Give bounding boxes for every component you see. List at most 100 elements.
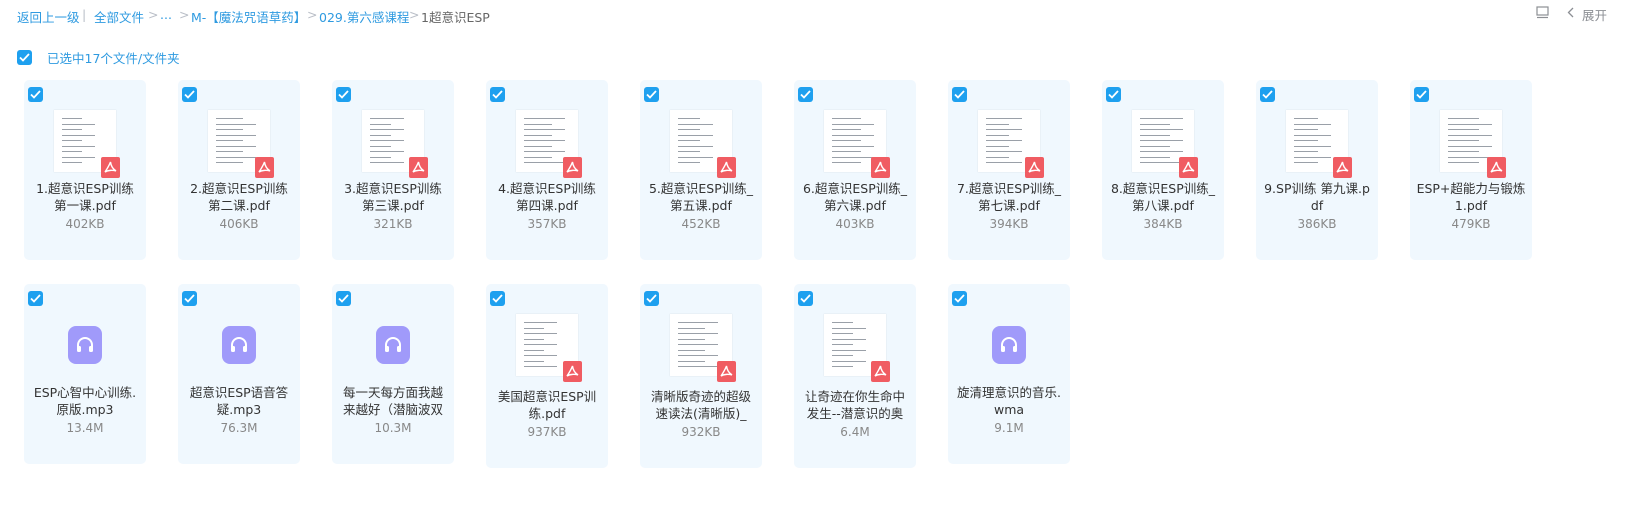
file-card[interactable]: 6.超意识ESP训练_第六课.pdf 403KB [794, 80, 916, 260]
breadcrumb-ellipsis[interactable]: ... [160, 7, 172, 22]
file-size: 937KB [527, 425, 567, 439]
file-name[interactable]: 9.SP训练 第九课.pdf [1262, 180, 1372, 214]
file-name[interactable]: 7.超意识ESP训练_第七课.pdf [954, 180, 1064, 214]
expand-button[interactable]: 展开 [1582, 5, 1607, 24]
file-name[interactable]: 每一天每方面我越来越好（潜脑波双 [338, 384, 448, 418]
file-card[interactable]: 每一天每方面我越来越好（潜脑波双 10.3M [332, 284, 454, 464]
file-size: 76.3M [220, 421, 258, 435]
file-card[interactable]: 9.SP训练 第九课.pdf 386KB [1256, 80, 1378, 260]
file-size: 9.1M [994, 421, 1024, 435]
file-name[interactable]: 4.超意识ESP训练第四课.pdf [492, 180, 602, 214]
file-card[interactable]: ESP心智中心训练.原版.mp3 13.4M [24, 284, 146, 464]
file-checkbox[interactable] [1414, 87, 1429, 102]
file-card[interactable]: 3.超意识ESP训练第三课.pdf 321KB [332, 80, 454, 260]
file-checkbox[interactable] [798, 291, 813, 306]
breadcrumb-folder2[interactable]: 029.第六感课程 [319, 7, 409, 26]
file-name[interactable]: 美国超意识ESP训练.pdf [492, 388, 602, 422]
file-checkbox[interactable] [28, 291, 43, 306]
file-size: 6.4M [840, 425, 870, 439]
breadcrumb-all-files[interactable]: 全部文件 [94, 7, 144, 26]
file-checkbox[interactable] [952, 87, 967, 102]
file-checkbox[interactable] [182, 291, 197, 306]
file-size: 321KB [373, 217, 413, 231]
file-card[interactable]: 美国超意识ESP训练.pdf 937KB [486, 284, 608, 468]
breadcrumb-current: 1超意识ESP [421, 10, 490, 25]
breadcrumb-divider: | [82, 7, 87, 22]
pdf-thumbnail [54, 110, 120, 178]
file-name[interactable]: 超意识ESP语音答疑.mp3 [184, 384, 294, 418]
file-size: 406KB [219, 217, 259, 231]
file-size: 402KB [65, 217, 105, 231]
file-card[interactable]: ESP+超能力与锻炼1.pdf 479KB [1410, 80, 1532, 260]
headphones-icon [68, 326, 102, 364]
file-checkbox[interactable] [952, 291, 967, 306]
pdf-icon [563, 157, 582, 178]
pdf-icon [717, 157, 736, 178]
file-card[interactable]: 1.超意识ESP训练第一课.pdf 402KB [24, 80, 146, 260]
file-checkbox[interactable] [182, 87, 197, 102]
pdf-icon [1179, 157, 1198, 178]
back-link[interactable]: 返回上一级 [17, 7, 80, 26]
file-name[interactable]: ESP心智中心训练.原版.mp3 [30, 384, 140, 418]
file-card[interactable]: 2.超意识ESP训练第二课.pdf 406KB [178, 80, 300, 260]
file-name[interactable]: 5.超意识ESP训练_第五课.pdf [646, 180, 756, 214]
file-checkbox[interactable] [336, 291, 351, 306]
pdf-icon [101, 157, 120, 178]
file-checkbox[interactable] [798, 87, 813, 102]
select-all-checkbox[interactable] [17, 50, 32, 65]
file-card[interactable]: 4.超意识ESP训练第四课.pdf 357KB [486, 80, 608, 260]
breadcrumb-folder1[interactable]: M-【魔法咒语草药】 [191, 7, 306, 26]
selection-bar: 已选中17个文件/文件夹 [17, 48, 180, 67]
file-card[interactable]: 旋清理意识的音乐.wma 9.1M [948, 284, 1070, 464]
file-checkbox[interactable] [28, 87, 43, 102]
file-name[interactable]: 3.超意识ESP训练第三课.pdf [338, 180, 448, 214]
file-card[interactable]: 清晰版奇迹的超级速读法(清晰版)_ 932KB [640, 284, 762, 468]
pdf-icon [563, 361, 582, 382]
pdf-thumbnail [978, 110, 1044, 178]
file-name[interactable]: 清晰版奇迹的超级速读法(清晰版)_ [646, 388, 756, 422]
file-size: 384KB [1143, 217, 1183, 231]
pdf-thumbnail [824, 110, 890, 178]
file-card[interactable]: 5.超意识ESP训练_第五课.pdf 452KB [640, 80, 762, 260]
pdf-icon [1487, 157, 1506, 178]
file-card[interactable]: 8.超意识ESP训练_第八课.pdf 384KB [1102, 80, 1224, 260]
file-card[interactable]: 超意识ESP语音答疑.mp3 76.3M [178, 284, 300, 464]
pdf-icon [871, 361, 890, 382]
file-checkbox[interactable] [1260, 87, 1275, 102]
file-size: 403KB [835, 217, 875, 231]
pdf-icon [255, 157, 274, 178]
file-checkbox[interactable] [644, 87, 659, 102]
file-checkbox[interactable] [336, 87, 351, 102]
pdf-thumbnail [1132, 110, 1198, 178]
file-size: 10.3M [374, 421, 412, 435]
top-bar: 返回上一级 | 全部文件 > ... > M-【魔法咒语草药】 > 029.第六… [0, 0, 1630, 30]
file-name[interactable]: 1.超意识ESP训练第一课.pdf [30, 180, 140, 214]
breadcrumb-separator: > [307, 7, 318, 22]
file-size: 932KB [681, 425, 721, 439]
headphones-icon [376, 326, 410, 364]
file-checkbox[interactable] [490, 291, 505, 306]
pdf-thumbnail [516, 110, 582, 178]
file-name[interactable]: 6.超意识ESP训练_第六课.pdf [800, 180, 910, 214]
chevron-left-icon[interactable] [1567, 7, 1574, 22]
file-size: 386KB [1297, 217, 1337, 231]
file-size: 452KB [681, 217, 721, 231]
pdf-thumbnail [824, 314, 890, 382]
file-checkbox[interactable] [644, 291, 659, 306]
file-name[interactable]: 8.超意识ESP训练_第八课.pdf [1108, 180, 1218, 214]
headphones-icon [222, 326, 256, 364]
file-card[interactable]: 让奇迹在你生命中发生--潜意识的奥 6.4M [794, 284, 916, 468]
file-name[interactable]: 2.超意识ESP训练第二课.pdf [184, 180, 294, 214]
file-checkbox[interactable] [490, 87, 505, 102]
file-name[interactable]: ESP+超能力与锻炼1.pdf [1416, 180, 1526, 214]
file-name[interactable]: 让奇迹在你生命中发生--潜意识的奥 [800, 388, 910, 422]
pdf-thumbnail [208, 110, 274, 178]
selection-count: 已选中17个文件/文件夹 [47, 51, 180, 66]
pdf-thumbnail [362, 110, 428, 178]
file-size: 357KB [527, 217, 567, 231]
list-layout-icon[interactable] [1536, 6, 1549, 23]
file-checkbox[interactable] [1106, 87, 1121, 102]
file-name[interactable]: 旋清理意识的音乐.wma [954, 384, 1064, 418]
file-card[interactable]: 7.超意识ESP训练_第七课.pdf 394KB [948, 80, 1070, 260]
pdf-icon [717, 361, 736, 382]
